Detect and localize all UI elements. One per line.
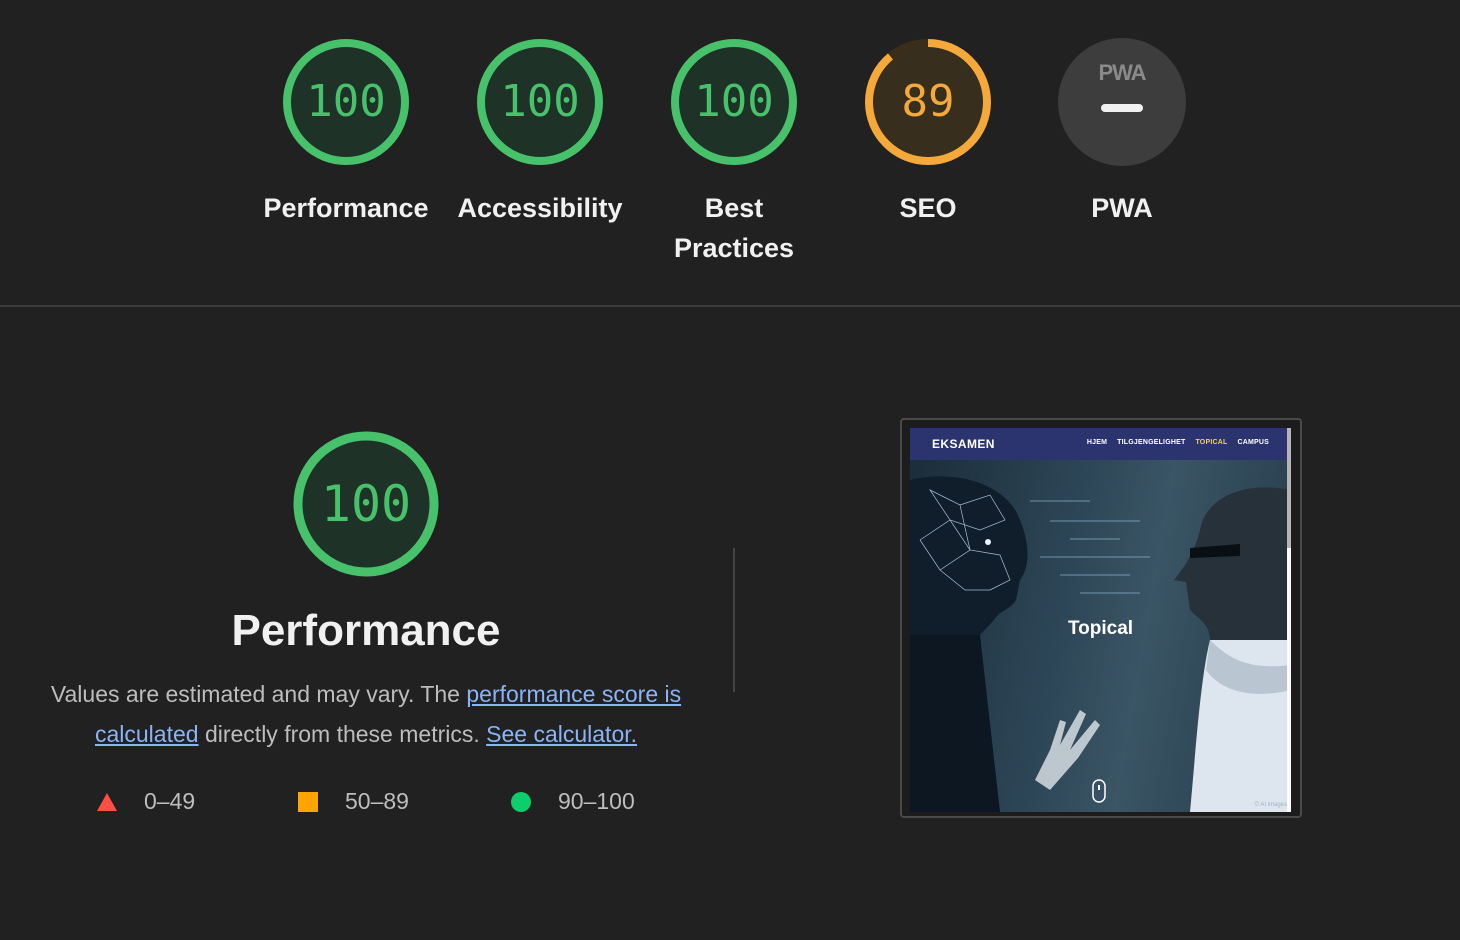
gauge-label: Performance <box>263 193 429 223</box>
hero-credit: © AI images <box>1254 802 1287 808</box>
triangle-icon <box>97 792 117 811</box>
hero-title: Topical <box>1067 618 1134 639</box>
gauge-pwa[interactable]: PWA PWA <box>1022 38 1222 228</box>
score-value: 100 <box>694 76 774 127</box>
site-brand: EKSAMEN <box>932 437 995 451</box>
site-nav-item: HJEM <box>1086 439 1108 446</box>
mouse-scroll-icon <box>1092 779 1106 803</box>
performance-description: Values are estimated and may vary. The p… <box>40 674 692 754</box>
gauge-best-practices[interactable]: 100 Best Practices <box>634 38 834 268</box>
section-divider <box>0 305 1460 307</box>
scrollbar-thumb <box>1287 428 1291 548</box>
circle-icon <box>511 791 531 812</box>
hand-icon <box>1035 710 1100 790</box>
site-hero: Topical © AI images <box>910 460 1291 812</box>
gauge-label: PWA <box>1091 193 1153 223</box>
score-ring: 89 <box>864 38 992 166</box>
score-value: 100 <box>500 76 580 127</box>
person-head-icon <box>1174 487 1291 812</box>
score-ring: 100 <box>476 38 604 166</box>
legend-item-average: 50–89 <box>297 788 409 815</box>
legend-range: 50–89 <box>345 788 409 814</box>
gauge-label: Accessibility <box>457 193 623 223</box>
vertical-divider <box>733 548 735 692</box>
legend-range: 90–100 <box>558 788 635 814</box>
square-icon <box>298 791 318 812</box>
legend-item-fail: 0–49 <box>96 788 195 815</box>
gauge-label: SEO <box>899 193 957 223</box>
see-calculator-link[interactable]: See calculator. <box>486 721 637 747</box>
legend-item-pass: 90–100 <box>510 788 635 815</box>
pwa-badge-ring: PWA <box>1058 38 1186 166</box>
desc-prefix: Values are estimated and may vary. The <box>50 681 467 707</box>
performance-title: Performance <box>231 606 501 655</box>
performance-summary: 100 Performance Values are estimated and… <box>40 430 692 754</box>
category-gauges: 100 Performance 100 Accessibility 100 Be… <box>0 0 1460 306</box>
performance-score-value: 100 <box>320 475 412 533</box>
screenshot-viewport: EKSAMEN HJEM TILGJENGELIGHET TOPICAL CAM… <box>910 428 1291 812</box>
site-nav-item: TILGJENGELIGHET <box>1117 439 1186 446</box>
final-screenshot-thumbnail[interactable]: EKSAMEN HJEM TILGJENGELIGHET TOPICAL CAM… <box>900 418 1302 818</box>
screenshot-scrollbar <box>1287 428 1291 812</box>
legend-range: 0–49 <box>144 788 196 814</box>
score-ring: 100 <box>282 38 410 166</box>
gauge-performance[interactable]: 100 Performance <box>246 38 446 228</box>
pwa-logo-text: PWA <box>1098 60 1146 85</box>
score-value: 100 <box>306 76 386 127</box>
gauge-seo[interactable]: 89 SEO <box>828 38 1028 228</box>
gauge-label: Best Practices <box>673 193 795 263</box>
site-nav-links: HJEM TILGJENGELIGHET TOPICAL CAMPUS <box>1087 439 1269 446</box>
performance-score-ring: 100 <box>292 430 440 578</box>
dash-icon <box>1101 104 1143 112</box>
desc-middle: directly from these metrics. <box>198 721 487 747</box>
gauge-accessibility[interactable]: 100 Accessibility <box>440 38 640 228</box>
score-value: 89 <box>901 76 955 127</box>
site-nav-item-active: TOPICAL <box>1195 439 1228 446</box>
site-navbar: EKSAMEN HJEM TILGJENGELIGHET TOPICAL CAM… <box>910 428 1291 460</box>
site-nav-item: CAMPUS <box>1237 439 1269 446</box>
robot-head-icon <box>910 476 1028 812</box>
score-ring: 100 <box>670 38 798 166</box>
